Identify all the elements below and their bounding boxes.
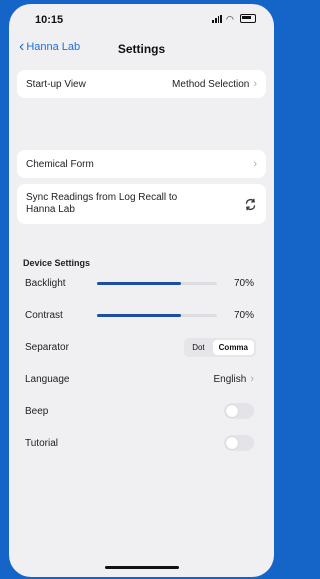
- signal-icon: [212, 14, 222, 23]
- startup-view-row[interactable]: Start-up View Method Selection ›: [17, 70, 266, 98]
- status-time: 10:15: [35, 14, 64, 26]
- status-icons: ◠: [212, 14, 256, 23]
- backlight-row: Backlight 70%: [25, 272, 258, 294]
- chemical-form-label: Chemical Form: [26, 158, 94, 170]
- separator-label: Separator: [25, 341, 69, 353]
- startup-card: Start-up View Method Selection ›: [17, 70, 266, 98]
- beep-toggle[interactable]: [224, 403, 254, 419]
- contrast-fill: [97, 313, 181, 317]
- nav-bar: ‹ Hanna Lab Settings: [9, 38, 274, 62]
- contrast-slider[interactable]: [97, 313, 217, 317]
- contrast-label: Contrast: [25, 309, 63, 321]
- language-row[interactable]: Language English ›: [25, 368, 258, 390]
- sync-row[interactable]: Sync Readings from Log Recall to Hanna L…: [17, 184, 266, 224]
- startup-view-label: Start-up View: [26, 78, 86, 90]
- chemical-form-row[interactable]: Chemical Form ›: [17, 150, 266, 178]
- chevron-right-icon: ›: [250, 373, 254, 385]
- status-bar: 10:15 ◠: [9, 4, 274, 36]
- tutorial-toggle[interactable]: [224, 435, 254, 451]
- language-label: Language: [25, 373, 70, 385]
- wifi-icon: ◠: [226, 13, 234, 24]
- chevron-right-icon: ›: [253, 78, 257, 90]
- home-indicator: [105, 566, 179, 569]
- sync-label: Sync Readings from Log Recall to Hanna L…: [26, 192, 177, 216]
- contrast-row: Contrast 70%: [25, 304, 258, 326]
- contrast-value: 70%: [233, 309, 254, 321]
- separator-option-comma[interactable]: Comma: [212, 339, 254, 355]
- tutorial-label: Tutorial: [25, 437, 58, 449]
- page-title: Settings: [117, 42, 166, 56]
- phone-screen: 10:15 ◠ ‹ Hanna Lab Settings Start-up Vi…: [9, 4, 274, 577]
- sync-card: Sync Readings from Log Recall to Hanna L…: [17, 184, 266, 224]
- backlight-label: Backlight: [25, 277, 66, 289]
- backlight-fill: [97, 281, 181, 285]
- device-settings-card: Backlight 70% Contrast 70% Separator Dot…: [17, 272, 266, 488]
- tutorial-row: Tutorial: [25, 432, 258, 454]
- separator-option-dot[interactable]: Dot: [186, 340, 210, 355]
- beep-row: Beep: [25, 400, 258, 422]
- device-settings-header: Device Settings: [23, 258, 91, 268]
- separator-segmented-control: Dot Comma: [184, 337, 256, 357]
- backlight-value: 70%: [233, 277, 254, 289]
- language-value: English: [213, 373, 247, 385]
- sync-label-line1: Sync Readings from Log Recall to: [26, 192, 178, 203]
- separator-row: Separator Dot Comma: [25, 336, 258, 358]
- sync-icon[interactable]: [244, 198, 257, 211]
- beep-label: Beep: [25, 405, 49, 417]
- startup-view-value: Method Selection: [172, 78, 250, 90]
- sync-label-line2: Hanna Lab: [26, 204, 75, 215]
- backlight-slider[interactable]: [97, 281, 217, 285]
- battery-icon: [240, 14, 256, 23]
- chevron-right-icon: ›: [253, 158, 257, 170]
- chemical-card: Chemical Form ›: [17, 150, 266, 178]
